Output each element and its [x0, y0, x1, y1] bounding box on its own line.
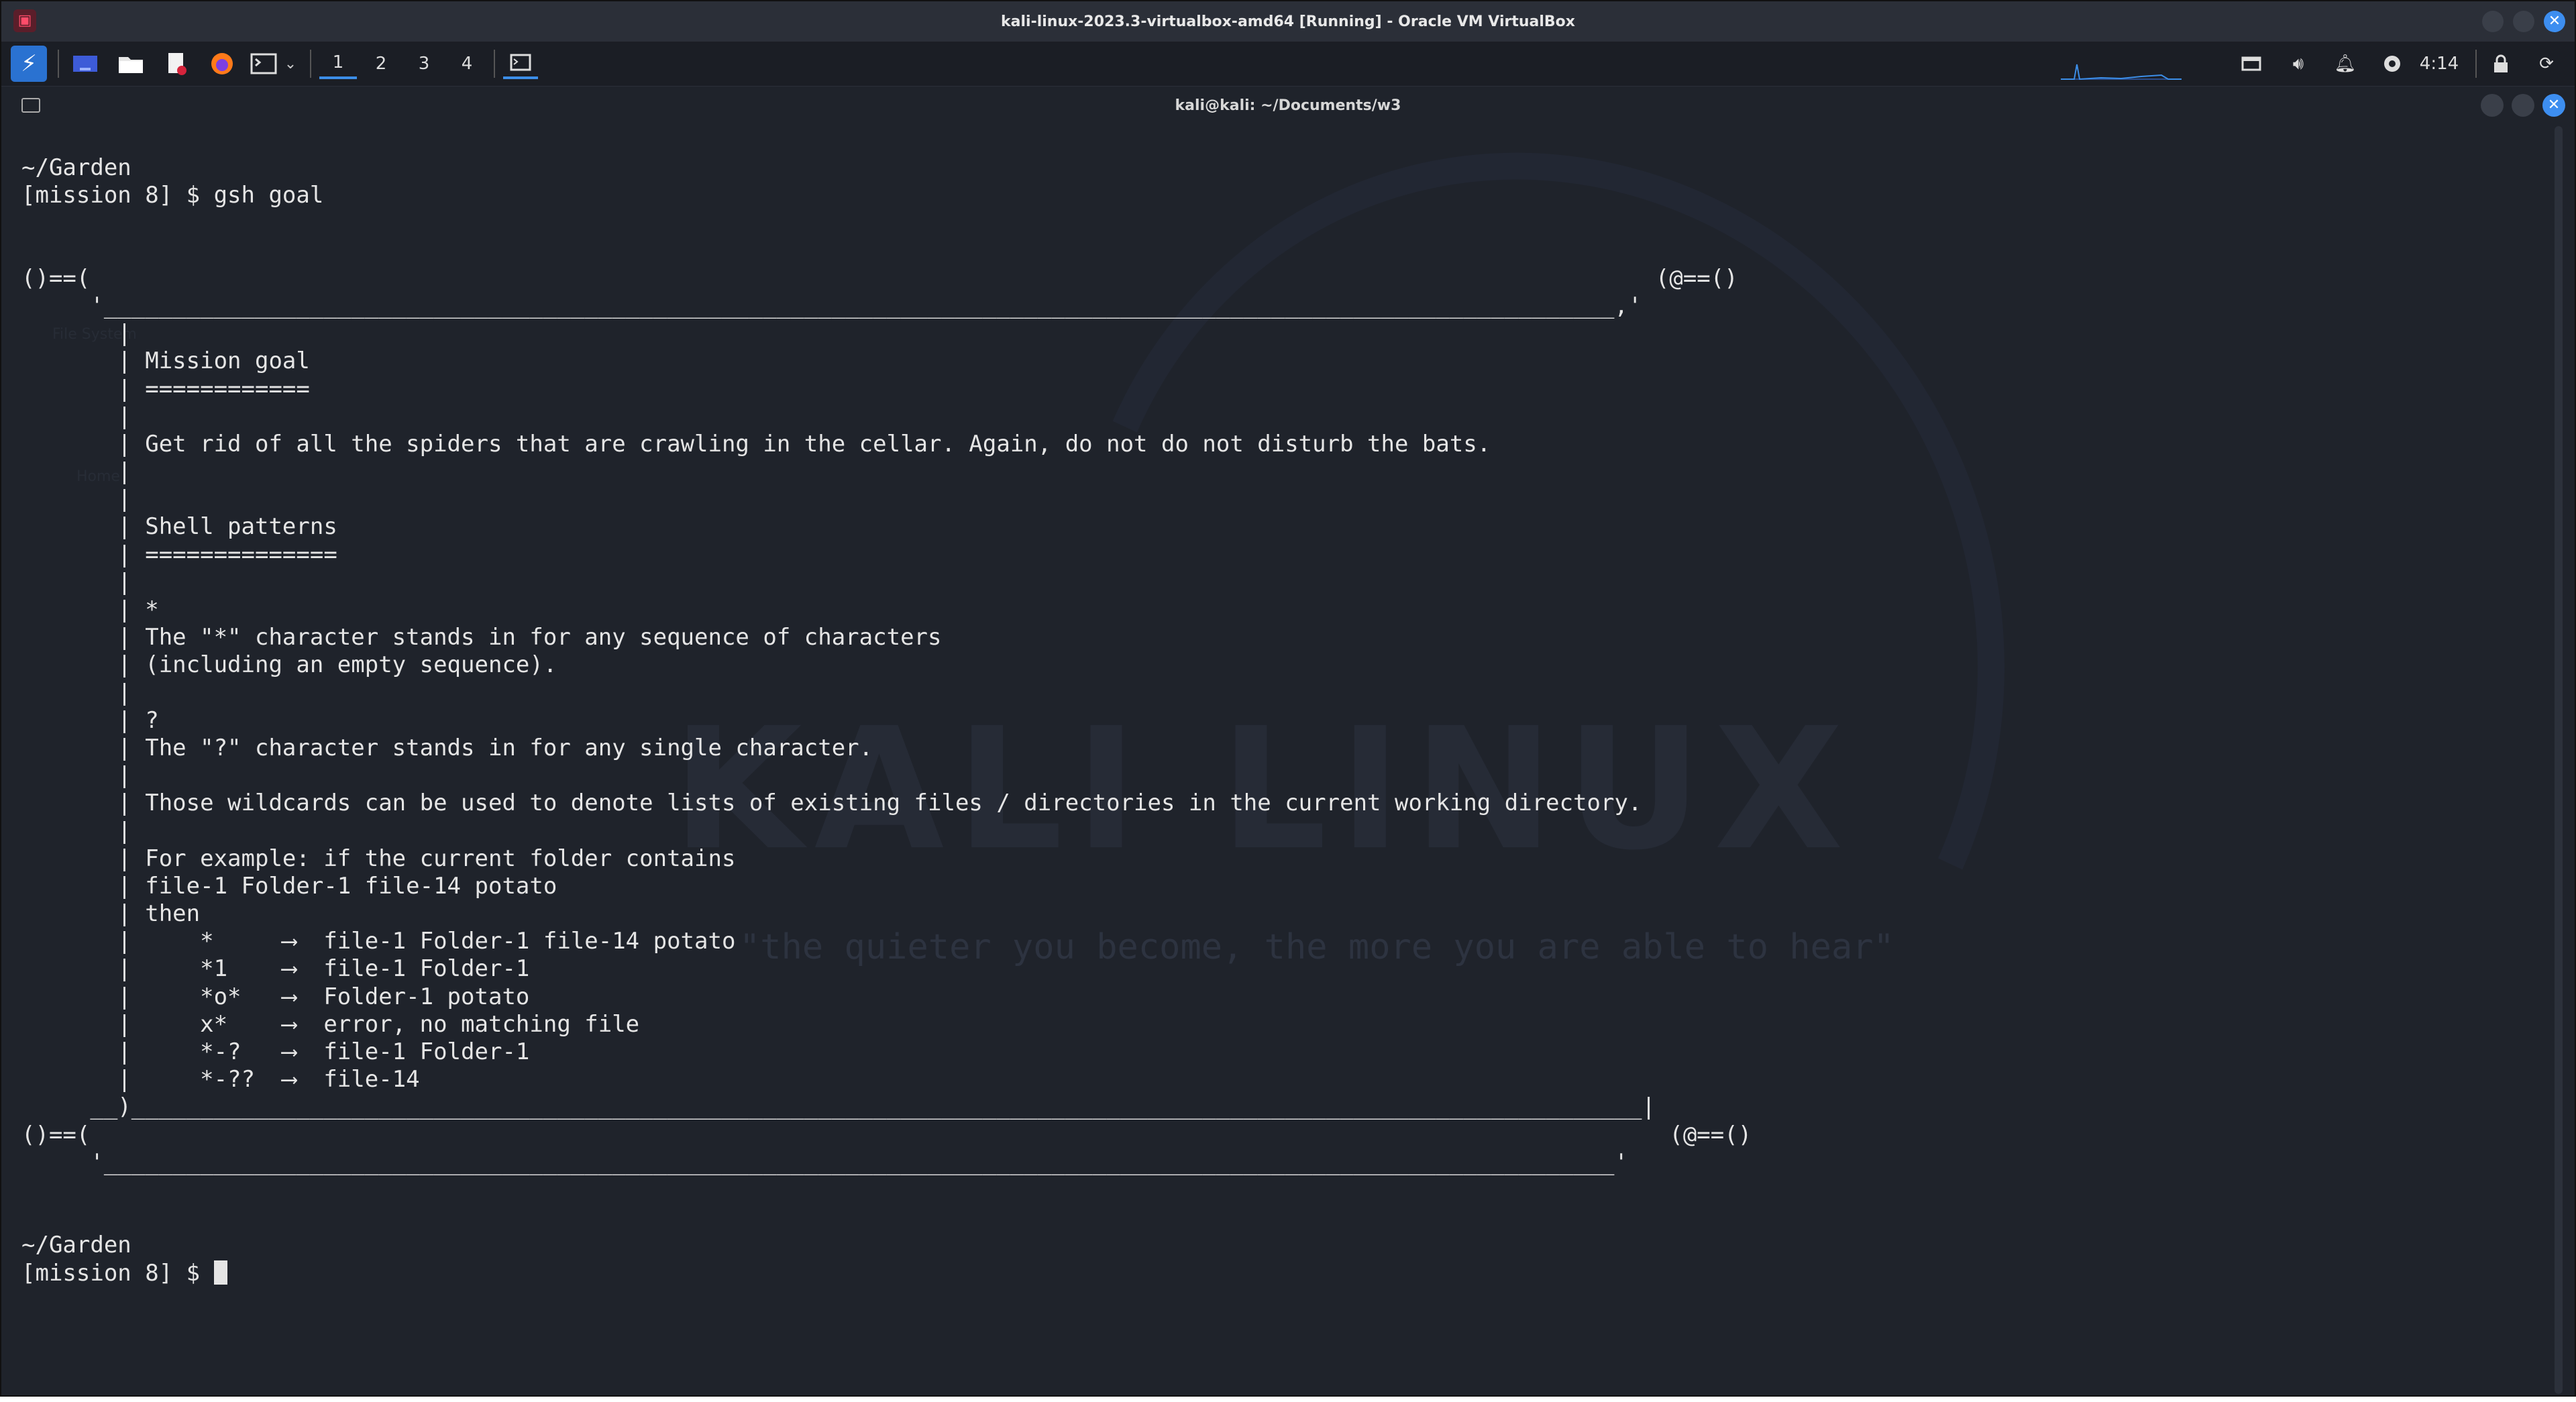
kali-top-panel: ⚡ ⌄ 1 2 3 4 🔊︎ 🔔︎ 4:14 ⟳ — [1, 42, 2575, 87]
terminal-line: | The "*" character stands in for any se… — [21, 624, 942, 651]
terminal-line: '_______________________________________… — [21, 1148, 1628, 1176]
terminal-line: | — [21, 486, 131, 513]
terminal-line: ~/Garden — [21, 1232, 131, 1259]
terminal-maximize-button[interactable] — [2512, 94, 2534, 117]
vbox-minimize-button[interactable] — [2482, 11, 2504, 32]
volume-icon[interactable]: 🔊︎ — [2285, 48, 2312, 79]
terminal-line: | Mission goal — [21, 347, 310, 375]
vbox-titlebar: ▣ kali-linux-2023.3-virtualbox-amd64 [Ru… — [1, 1, 2575, 42]
panel-separator — [2475, 50, 2477, 78]
terminal-line: | *o* ⟶ Folder-1 potato — [21, 983, 530, 1010]
show-desktop-icon[interactable] — [68, 47, 102, 80]
logout-icon[interactable]: ⟳ — [2533, 48, 2560, 79]
virtualbox-window: ▣ kali-linux-2023.3-virtualbox-amd64 [Ru… — [0, 0, 2576, 1397]
terminal-line: | — [21, 679, 131, 706]
terminal-line: __)_____________________________________… — [21, 1093, 1656, 1121]
terminal-prompt-line[interactable]: [mission 8] $ — [21, 1260, 2530, 1287]
terminal-line: | Get rid of all the spiders that are cr… — [21, 430, 1491, 457]
terminal-line: | *1 ⟶ file-1 Folder-1 — [21, 955, 530, 983]
clock[interactable]: 4:14 — [2414, 48, 2465, 79]
firefox-icon[interactable] — [205, 47, 239, 80]
update-status-icon[interactable] — [2380, 48, 2404, 79]
terminal-line: | file-1 Folder-1 file-14 potato — [21, 872, 557, 900]
panel-separator — [58, 50, 59, 78]
vbox-close-button[interactable]: ✕ — [2544, 11, 2565, 32]
terminal-launcher-icon[interactable] — [247, 47, 280, 80]
terminal-line: | For example: if the current folder con… — [21, 845, 736, 872]
file-manager-icon[interactable] — [114, 47, 148, 80]
terminal-line: | The "?" character stands in for any si… — [21, 734, 873, 761]
terminal-line: | — [21, 458, 131, 486]
terminal-line: | Those wildcards can be used to denote … — [21, 790, 1642, 817]
workspace-1[interactable]: 1 — [319, 48, 357, 79]
terminal-line: | then — [21, 900, 201, 928]
lock-screen-icon[interactable] — [2487, 48, 2514, 79]
terminal-line: | ============== — [21, 541, 337, 568]
display-icon[interactable] — [2238, 48, 2265, 79]
terminal-line: | ? — [21, 706, 159, 734]
workspace-3[interactable]: 3 — [405, 48, 443, 79]
terminal-line: | * — [21, 596, 159, 623]
taskbar-terminal-window[interactable] — [503, 48, 538, 79]
terminal-prompt: [mission 8] $ — [21, 1259, 214, 1287]
terminal-line: | — [21, 568, 131, 596]
terminal-line: | (including an empty sequence). — [21, 651, 557, 679]
terminal-line: '_______________________________________… — [21, 292, 1642, 319]
terminal-scrollbar[interactable] — [2555, 126, 2563, 1394]
kali-menu-icon[interactable]: ⚡ — [11, 46, 47, 82]
terminal-titlebar: kali@kali: ~/Documents/w3 — [1, 86, 2575, 125]
text-editor-icon[interactable] — [160, 47, 193, 80]
terminal-line: | *-? ⟶ file-1 Folder-1 — [21, 1038, 530, 1065]
terminal-line: | * ⟶ file-1 Folder-1 file-14 potato — [21, 928, 736, 955]
terminal-line: | — [21, 817, 131, 845]
virtualbox-logo-icon: ▣ — [13, 9, 36, 32]
terminal-cursor — [213, 1260, 227, 1285]
terminal-title: kali@kali: ~/Documents/w3 — [1175, 97, 1401, 114]
notifications-bell-icon[interactable]: 🔔︎ — [2332, 48, 2359, 79]
workspace-4[interactable]: 4 — [448, 48, 486, 79]
panel-separator — [310, 50, 311, 78]
terminal-line: | — [21, 402, 131, 430]
vbox-title: kali-linux-2023.3-virtualbox-amd64 [Runn… — [1001, 13, 1575, 30]
terminal-line: | — [21, 762, 131, 790]
terminal-line: ()==( (@==() — [21, 264, 1738, 292]
terminal-close-button[interactable]: ✕ — [2542, 94, 2565, 117]
terminal-line: ()==( (@==() — [21, 1121, 1752, 1148]
chevron-down-icon[interactable]: ⌄ — [280, 47, 301, 80]
terminal-line: [mission 8] $ gsh goal — [21, 182, 324, 209]
terminal-line: | *-?? ⟶ file-14 — [21, 1066, 420, 1093]
terminal-line: ~/Garden — [21, 154, 131, 181]
cpu-graph — [2061, 64, 2182, 80]
terminal-output[interactable]: ~/Garden [mission 8] $ gsh goal ()==( (@==… — [21, 154, 2530, 1362]
terminal-minimize-button[interactable] — [2481, 94, 2504, 117]
workspace-2[interactable]: 2 — [362, 48, 400, 79]
terminal-line: | ============ — [21, 375, 310, 402]
terminal-line: | — [21, 320, 131, 347]
vbox-maximize-button[interactable] — [2513, 11, 2534, 32]
terminal-line: | x* ⟶ error, no matching file — [21, 1010, 640, 1038]
terminal-line: | Shell patterns — [21, 513, 337, 541]
panel-separator — [494, 50, 495, 78]
